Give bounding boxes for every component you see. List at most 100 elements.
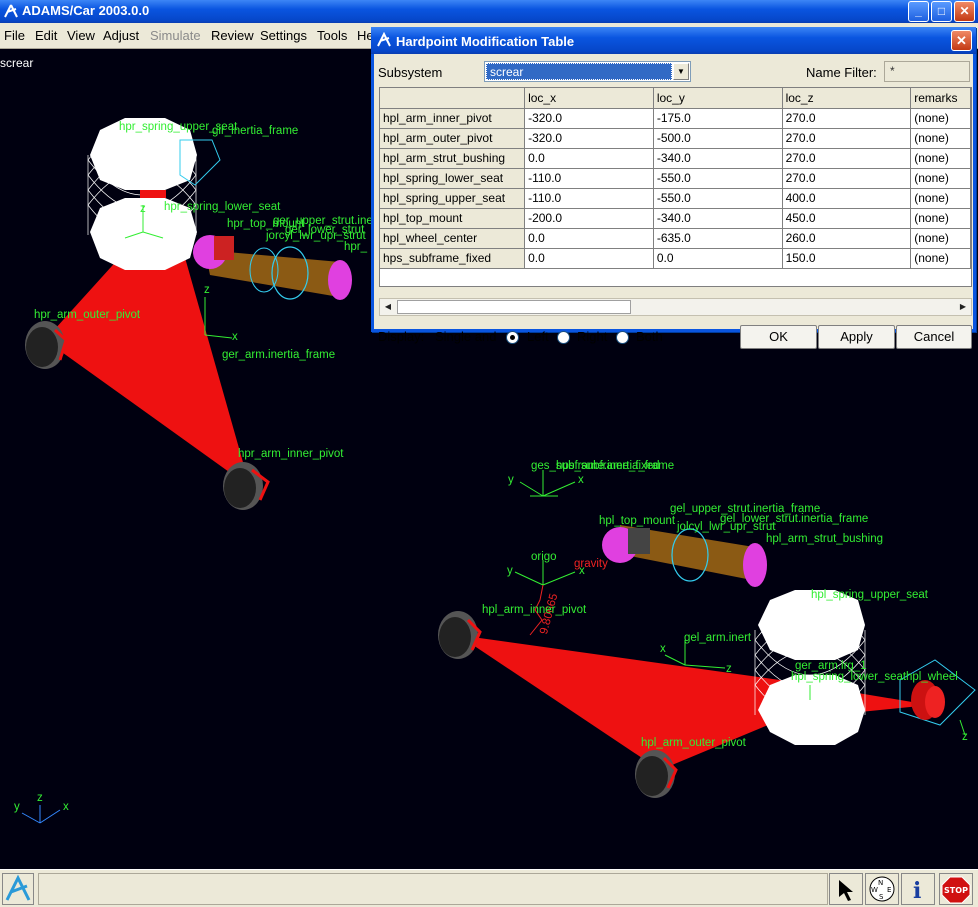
radio-left-label[interactable]: Left — [527, 329, 549, 344]
radio-both[interactable] — [616, 331, 629, 344]
left-inner-pivot-bushing[interactable] — [438, 611, 482, 659]
cell-remarks[interactable]: (none) — [910, 188, 971, 209]
label-hps-subframe: hps_subframe_fixed — [556, 460, 660, 472]
cell-loc-x[interactable]: 0.0 — [524, 248, 654, 269]
cell-loc-y[interactable]: -635.0 — [653, 228, 783, 249]
dialog-title-bar[interactable]: Hardpoint Modification Table ✕ — [371, 27, 976, 54]
cell-remarks[interactable]: (none) — [910, 248, 971, 269]
radio-left[interactable] — [506, 331, 519, 344]
svg-text:S: S — [879, 893, 884, 901]
cell-loc-y[interactable]: 0.0 — [653, 248, 783, 269]
cell-remarks[interactable]: (none) — [910, 148, 971, 169]
display-mode-label: Single and — [435, 329, 497, 344]
cell-loc-z[interactable]: 270.0 — [782, 128, 912, 149]
row-name[interactable]: hpl_spring_lower_seat — [380, 168, 526, 189]
cell-loc-y[interactable]: -175.0 — [653, 108, 783, 129]
cell-remarks[interactable]: (none) — [910, 168, 971, 189]
radio-right[interactable] — [557, 331, 570, 344]
row-name[interactable]: hps_subframe_fixed — [380, 248, 526, 269]
right-inner-pivot-bushing[interactable] — [223, 462, 270, 510]
select-arrow-icon[interactable] — [829, 873, 863, 905]
label-hpl-spring-lower: hpl_spring_lower_seat — [791, 671, 907, 683]
view-orientation-icon[interactable]: NW ES — [865, 873, 899, 905]
left-spring-lower-seat[interactable] — [758, 675, 865, 745]
scroll-right-icon[interactable]: ▶ — [955, 299, 971, 315]
row-name[interactable]: hpl_top_mount — [380, 208, 526, 229]
row-name[interactable]: hpl_arm_outer_pivot — [380, 128, 526, 149]
cell-loc-z[interactable]: 450.0 — [782, 208, 912, 229]
minimize-button[interactable]: _ — [908, 1, 929, 22]
cell-loc-x[interactable]: -320.0 — [524, 108, 654, 129]
row-name[interactable]: hpl_spring_upper_seat — [380, 188, 526, 209]
cell-loc-z[interactable]: 270.0 — [782, 148, 912, 169]
menu-file[interactable]: File — [4, 28, 25, 43]
menu-adjust[interactable]: Adjust — [103, 28, 139, 43]
hardpoint-table[interactable]: loc_x loc_y loc_z remarks hpl_arm_inner_… — [379, 87, 972, 287]
col-header-loc-y[interactable]: loc_y — [653, 88, 783, 109]
table-row: hpl_spring_lower_seat -110.0 -550.0 270.… — [380, 168, 971, 189]
table-row: hpl_spring_upper_seat -110.0 -550.0 400.… — [380, 188, 971, 209]
col-header-remarks[interactable]: remarks — [910, 88, 971, 109]
cell-remarks[interactable]: (none) — [910, 228, 971, 249]
menu-settings[interactable]: Settings — [260, 28, 307, 43]
global-axis-triad — [21, 805, 61, 824]
left-wheel-hub[interactable] — [899, 659, 976, 726]
row-name[interactable]: hpl_arm_inner_pivot — [380, 108, 526, 129]
row-name[interactable]: hpl_arm_strut_bushing — [380, 148, 526, 169]
menu-tools[interactable]: Tools — [317, 28, 347, 43]
menu-view[interactable]: View — [67, 28, 95, 43]
global-axis-y: y — [14, 801, 20, 813]
menu-simulate[interactable]: Simulate — [150, 28, 201, 43]
cell-loc-z[interactable]: 260.0 — [782, 228, 912, 249]
close-button[interactable]: ✕ — [954, 1, 975, 22]
row-name[interactable]: hpl_wheel_center — [380, 228, 526, 249]
label-hpr-spring-lower: hpr_spring_lower_seat — [164, 201, 281, 213]
dialog-close-button[interactable]: ✕ — [951, 30, 972, 51]
info-icon[interactable]: i — [901, 873, 935, 905]
cell-loc-y[interactable]: -500.0 — [653, 128, 783, 149]
cell-loc-x[interactable]: -200.0 — [524, 208, 654, 229]
cell-loc-y[interactable]: -340.0 — [653, 148, 783, 169]
cell-loc-x[interactable]: -110.0 — [524, 188, 654, 209]
cell-loc-x[interactable]: -320.0 — [524, 128, 654, 149]
table-row: hps_subframe_fixed 0.0 0.0 150.0 (none) — [380, 248, 971, 269]
maximize-button[interactable]: □ — [931, 1, 952, 22]
svg-text:W: W — [871, 886, 878, 894]
app-title-bar[interactable]: ADAMS/Car 2003.0.0 _ □ ✕ — [0, 0, 978, 23]
cell-remarks[interactable]: (none) — [910, 128, 971, 149]
cell-loc-z[interactable]: 270.0 — [782, 108, 912, 129]
subsystem-select[interactable]: screar ▼ — [484, 61, 691, 82]
cancel-button[interactable]: Cancel — [896, 325, 972, 349]
col-header-loc-z[interactable]: loc_z — [782, 88, 912, 109]
menu-review[interactable]: Review — [211, 28, 254, 43]
app-title: ADAMS/Car 2003.0.0 — [22, 3, 150, 18]
stop-icon[interactable]: STOP — [939, 873, 973, 905]
cell-loc-y[interactable]: -550.0 — [653, 188, 783, 209]
table-horizontal-scrollbar[interactable]: ◀ ▶ — [379, 298, 972, 316]
cell-loc-z[interactable]: 150.0 — [782, 248, 912, 269]
radio-right-label[interactable]: Right — [577, 329, 607, 344]
cell-loc-z[interactable]: 270.0 — [782, 168, 912, 189]
scroll-thumb[interactable] — [397, 300, 631, 314]
radio-both-label[interactable]: Both — [636, 329, 663, 344]
cell-loc-z[interactable]: 400.0 — [782, 188, 912, 209]
cell-loc-y[interactable]: -340.0 — [653, 208, 783, 229]
cell-loc-x[interactable]: -110.0 — [524, 168, 654, 189]
name-filter-input[interactable]: * — [884, 61, 970, 82]
adams-logo-icon[interactable] — [2, 873, 34, 905]
left-strut-bushing[interactable] — [743, 543, 767, 587]
chevron-down-icon[interactable]: ▼ — [673, 63, 689, 80]
right-strut-bushing[interactable] — [328, 260, 352, 300]
menu-edit[interactable]: Edit — [35, 28, 57, 43]
scroll-left-icon[interactable]: ◀ — [380, 299, 396, 315]
cell-loc-x[interactable]: 0.0 — [524, 148, 654, 169]
cell-loc-x[interactable]: 0.0 — [524, 228, 654, 249]
axis-x-sub: x — [578, 474, 584, 486]
status-message-field — [38, 873, 828, 905]
ok-button[interactable]: OK — [740, 325, 817, 349]
cell-loc-y[interactable]: -550.0 — [653, 168, 783, 189]
col-header-loc-x[interactable]: loc_x — [524, 88, 654, 109]
apply-button[interactable]: Apply — [818, 325, 895, 349]
cell-remarks[interactable]: (none) — [910, 208, 971, 229]
cell-remarks[interactable]: (none) — [910, 108, 971, 129]
